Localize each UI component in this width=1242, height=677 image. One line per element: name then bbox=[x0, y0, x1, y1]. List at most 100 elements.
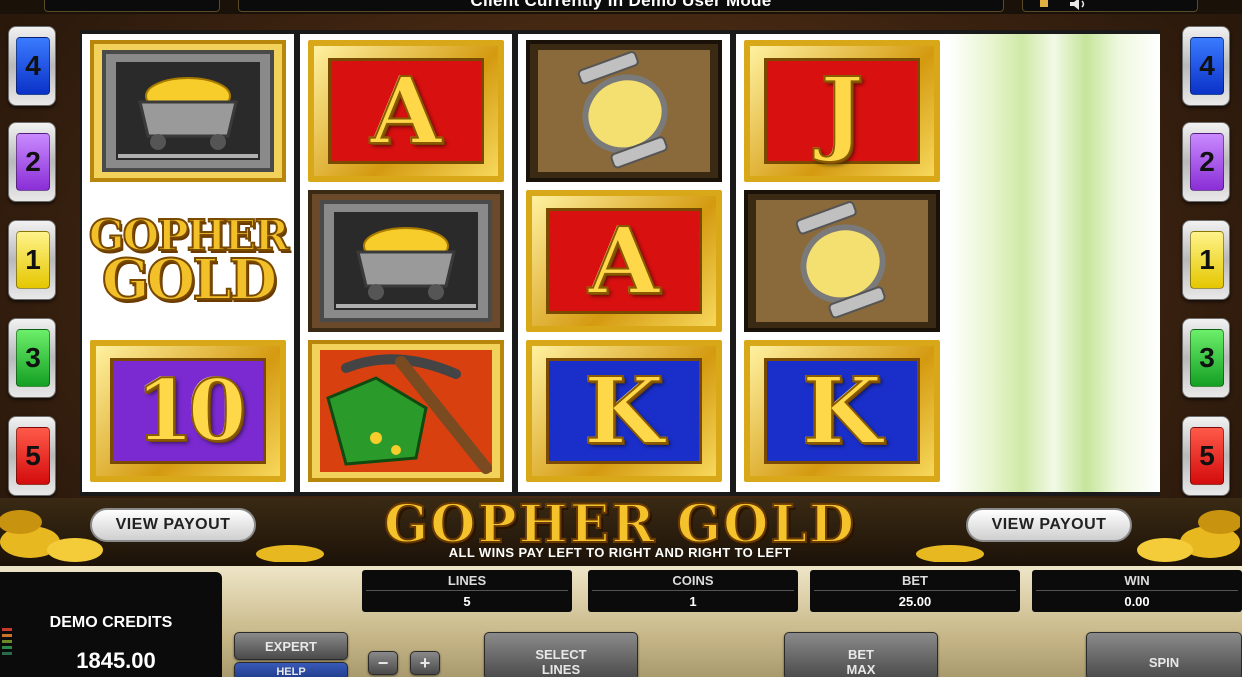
reel-5-spinning bbox=[948, 34, 1160, 492]
spin-button[interactable]: SPIN bbox=[1086, 632, 1242, 677]
symbol-lantern bbox=[742, 188, 942, 334]
symbol-gopher-gold-logo: GOPHER GOLD bbox=[88, 188, 291, 334]
symbol-ace: A bbox=[524, 188, 724, 334]
payline-number: 4 bbox=[16, 37, 50, 95]
select-lines-label-2: LINES bbox=[541, 662, 581, 677]
reel-1: GOPHER GOLD 10 bbox=[82, 34, 294, 492]
expert-button[interactable]: EXPERT bbox=[234, 632, 348, 660]
symbol-letter: A bbox=[369, 57, 442, 165]
payline-button-left-1[interactable]: 1 bbox=[8, 220, 56, 300]
payline-number: 1 bbox=[1190, 231, 1224, 289]
sound-icon[interactable] bbox=[1040, 0, 1090, 10]
view-payout-button-left[interactable]: VIEW PAYOUT bbox=[90, 508, 256, 542]
symbol-ten: 10 bbox=[88, 338, 288, 484]
gopher-gold-logo: GOPHER GOLD bbox=[88, 192, 291, 330]
bet-max-button[interactable]: BET MAX bbox=[784, 632, 938, 677]
lantern-icon bbox=[744, 190, 940, 332]
payline-button-left-2[interactable]: 2 bbox=[8, 122, 56, 202]
symbol-pickaxe bbox=[306, 338, 506, 484]
symbol-background: 10 bbox=[110, 358, 266, 464]
select-lines-button[interactable]: SELECT LINES bbox=[484, 632, 638, 677]
payline-number: 3 bbox=[1190, 329, 1224, 387]
credits-value: 1845.00 bbox=[76, 648, 156, 673]
logo-word-bottom: GOLD bbox=[101, 246, 279, 313]
payline-number: 2 bbox=[16, 133, 50, 191]
coin-decrease-button[interactable]: − bbox=[368, 651, 398, 675]
coin-increase-button[interactable]: + bbox=[410, 651, 440, 675]
divider bbox=[1036, 590, 1238, 591]
payline-number: 1 bbox=[16, 231, 50, 289]
reel-3: A K bbox=[518, 34, 730, 492]
demo-mode-message: Client Currently In Demo User Mode bbox=[470, 0, 772, 10]
symbol-king: K bbox=[524, 338, 724, 484]
select-lines-label-1: SELECT bbox=[535, 647, 587, 662]
payline-button-right-2[interactable]: 2 bbox=[1182, 122, 1230, 202]
symbol-frame: K bbox=[526, 340, 722, 482]
payline-button-left-4[interactable]: 4 bbox=[8, 26, 56, 106]
payline-number: 5 bbox=[16, 427, 50, 485]
symbol-letter: J bbox=[819, 57, 865, 165]
bet-value: 25.00 bbox=[898, 594, 932, 609]
symbol-background: A bbox=[328, 58, 484, 164]
win-label: WIN bbox=[1124, 573, 1150, 588]
symbol-letter: 10 bbox=[135, 361, 248, 460]
payline-number: 4 bbox=[1190, 37, 1224, 95]
status-message-panel: Client Currently In Demo User Mode bbox=[238, 0, 1004, 12]
slot-machine: Client Currently In Demo User Mode 4 2 1… bbox=[0, 0, 1242, 677]
symbol-letter: K bbox=[583, 357, 665, 465]
symbol-jack: J bbox=[742, 38, 942, 184]
lines-value: 5 bbox=[463, 594, 471, 609]
symbol-background: J bbox=[764, 58, 920, 164]
symbol-gold-cart bbox=[306, 188, 506, 334]
payline-button-right-1[interactable]: 1 bbox=[1182, 220, 1230, 300]
bet-max-label-1: BET bbox=[848, 647, 874, 662]
payline-button-right-4[interactable]: 4 bbox=[1182, 26, 1230, 106]
payline-number: 2 bbox=[1190, 133, 1224, 191]
reel-area: GOPHER GOLD 10 A A K J K bbox=[80, 30, 1160, 496]
pickaxe-icon bbox=[308, 340, 504, 482]
lines-display: LINES 5 bbox=[362, 570, 572, 612]
divider bbox=[592, 590, 794, 591]
symbol-background: A bbox=[546, 208, 702, 314]
credits-label: DEMO CREDITS bbox=[49, 614, 173, 631]
coins-value: 1 bbox=[689, 594, 697, 609]
coins-label: COINS bbox=[672, 573, 714, 588]
symbol-letter: K bbox=[801, 357, 883, 465]
payline-button-right-3[interactable]: 3 bbox=[1182, 318, 1230, 398]
gold-cart-icon bbox=[308, 190, 504, 332]
symbol-frame: 10 bbox=[90, 340, 286, 482]
win-value: 0.00 bbox=[1124, 594, 1150, 609]
lantern-icon bbox=[526, 40, 722, 182]
symbol-gold-cart bbox=[88, 38, 288, 184]
win-display: WIN 0.00 bbox=[1032, 570, 1242, 612]
symbol-king: K bbox=[742, 338, 942, 484]
bet-label: BET bbox=[902, 573, 928, 588]
symbol-ace: A bbox=[306, 38, 506, 184]
view-payout-button-right[interactable]: VIEW PAYOUT bbox=[966, 508, 1132, 542]
help-button[interactable]: HELP bbox=[234, 662, 348, 677]
symbol-letter: A bbox=[587, 207, 660, 315]
payline-number: 5 bbox=[1190, 427, 1224, 485]
bet-max-label-2: MAX bbox=[846, 662, 876, 677]
pay-rule-text: ALL WINS PAY LEFT TO RIGHT AND RIGHT TO … bbox=[448, 545, 792, 560]
gold-cart-icon bbox=[90, 40, 286, 182]
lines-label: LINES bbox=[447, 573, 487, 588]
payline-button-right-5[interactable]: 5 bbox=[1182, 416, 1230, 496]
divider bbox=[814, 590, 1016, 591]
symbol-lantern bbox=[524, 38, 724, 184]
payline-number: 3 bbox=[16, 329, 50, 387]
symbol-frame: K bbox=[744, 340, 940, 482]
reel-4: J K bbox=[736, 34, 948, 492]
symbol-frame: A bbox=[526, 190, 722, 332]
reel-2: A bbox=[300, 34, 512, 492]
payline-button-left-3[interactable]: 3 bbox=[8, 318, 56, 398]
payline-button-left-5[interactable]: 5 bbox=[8, 416, 56, 496]
symbol-frame: J bbox=[744, 40, 940, 182]
divider bbox=[366, 590, 568, 591]
symbol-frame: A bbox=[308, 40, 504, 182]
top-left-panel bbox=[44, 0, 220, 12]
bet-display: BET 25.00 bbox=[810, 570, 1020, 612]
symbol-background: K bbox=[546, 358, 702, 464]
symbol-background: K bbox=[764, 358, 920, 464]
coins-display: COINS 1 bbox=[588, 570, 798, 612]
